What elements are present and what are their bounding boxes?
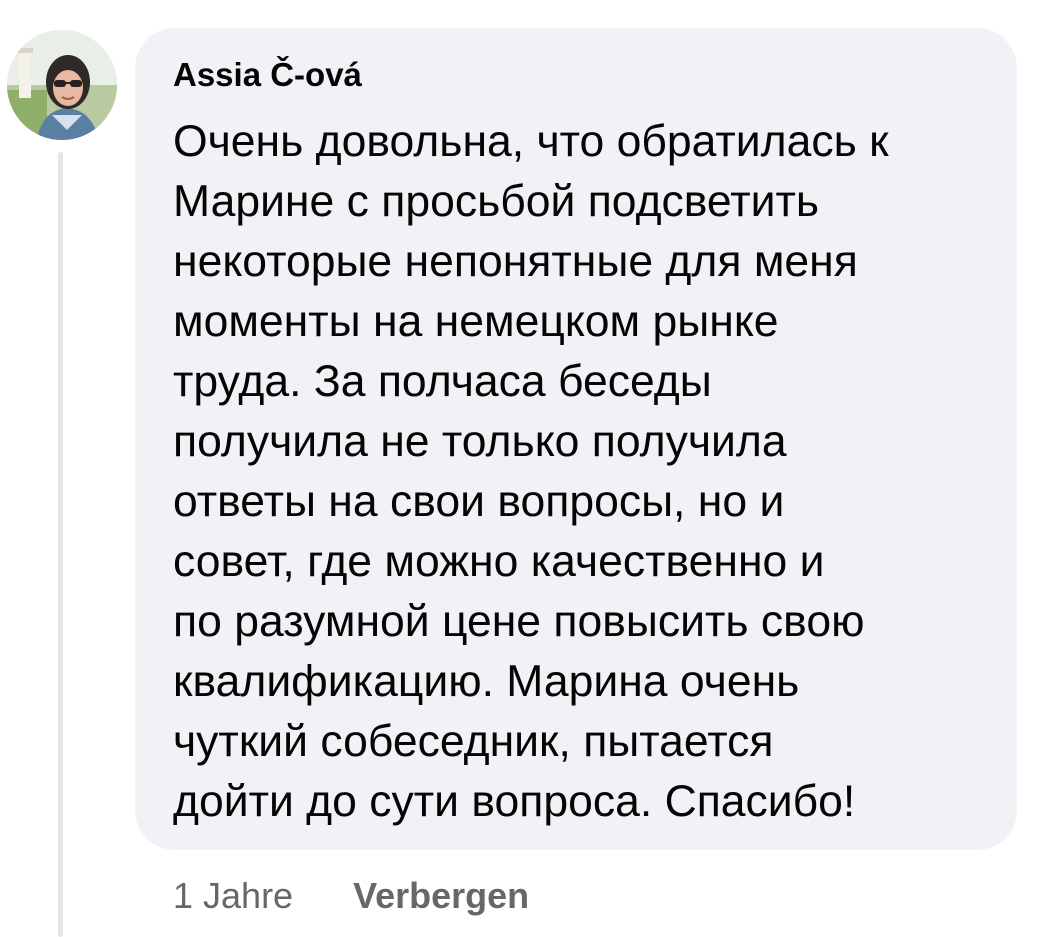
hide-comment-button[interactable]: Verbergen	[353, 875, 529, 917]
comment-line: ответы на свои вопросы, но и	[173, 477, 785, 526]
avatar[interactable]	[7, 30, 117, 140]
comment-line: получила не только получила	[173, 417, 787, 466]
comment-author[interactable]: Assia Č-ová	[173, 56, 362, 94]
comment-line: Марине с просьбой подсветить	[173, 177, 820, 226]
comment-line: Очень довольна, что обратилась к	[173, 117, 889, 166]
comment-timestamp[interactable]: 1 Jahre	[173, 875, 293, 917]
comment-text: Очень довольна, что обратилась к Марине …	[173, 112, 993, 832]
comment-actions: 1 Jahre Verbergen	[173, 874, 529, 918]
comment-line: труда. За полчаса беседы	[173, 357, 712, 406]
comment-line: совет, где можно качественно и	[173, 537, 825, 586]
comment-bubble: Assia Č-ová Очень довольна, что обратила…	[135, 28, 1017, 850]
thread-line	[58, 152, 63, 937]
comment-line: чуткий собеседник, пытается	[173, 717, 774, 766]
comment-line: некоторые непонятные для меня	[173, 237, 858, 286]
comment-line: квалификацию. Марина очень	[173, 657, 800, 706]
comment-line: моменты на немецком рынке	[173, 297, 779, 346]
profile-photo-icon	[7, 30, 117, 140]
comment-line: по разумной цене повысить свою	[173, 597, 865, 646]
comment-line: дойти до сути вопроса. Спасибо!	[173, 777, 856, 826]
